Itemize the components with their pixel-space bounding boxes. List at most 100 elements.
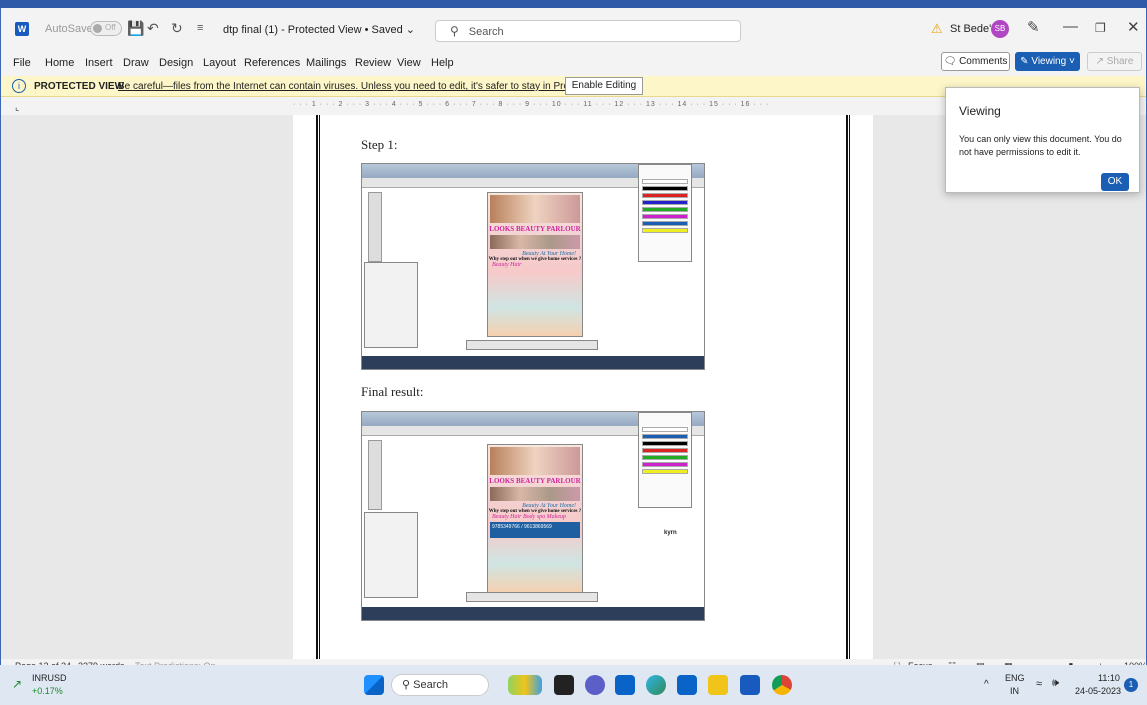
screenshot-library-panel [364, 262, 418, 348]
user-name[interactable]: St Bede's [950, 23, 997, 35]
widgets-icon[interactable] [508, 675, 542, 695]
autosave-state: Off [105, 23, 116, 32]
tab-design[interactable]: Design [159, 57, 193, 69]
enable-editing-button[interactable]: Enable Editing [565, 77, 643, 95]
word-window: W AutoSave Off 💾 ↶ ↻ ≡ dtp final (1) - P… [0, 8, 1147, 673]
autosave-toggle[interactable]: Off [90, 21, 122, 36]
task-view-icon[interactable] [554, 675, 574, 695]
chevron-up-icon[interactable]: ^ [984, 679, 989, 690]
file-explorer-icon[interactable] [708, 675, 728, 695]
region-indicator: IN [1010, 686, 1019, 696]
document-page[interactable]: Step 1: LOOKS BEAUTY PARLOUR Beauty At Y… [293, 115, 873, 659]
search-icon: ⚲ [402, 679, 411, 691]
title-bar: W AutoSave Off 💾 ↶ ↻ ≡ dtp final (1) - P… [1, 8, 1146, 48]
close-icon[interactable]: ✕ [1127, 18, 1140, 36]
start-icon[interactable] [364, 675, 384, 695]
tab-mailings[interactable]: Mailings [306, 57, 346, 69]
tab-home[interactable]: Home [45, 57, 74, 69]
clock-date[interactable]: 24-05-2023 [1075, 686, 1121, 696]
swatch [642, 427, 688, 432]
flyer-services: Beauty Hair [492, 262, 522, 268]
final-result-heading: Final result: [361, 384, 424, 399]
flyer-photo-strip [490, 487, 580, 501]
avatar[interactable]: SB [991, 20, 1009, 38]
mail-icon[interactable] [615, 675, 635, 695]
flyer-title: LOOKS BEAUTY PARLOUR [489, 477, 581, 485]
step-1-heading: Step 1: [361, 137, 398, 152]
comments-button-label: Comments [959, 56, 1008, 67]
screenshot-colors-panel [638, 164, 692, 262]
viewing-mode-button[interactable]: ✎ Viewing ˅ [1015, 52, 1080, 71]
swatch [642, 455, 688, 460]
swatch [642, 193, 688, 198]
chat-icon[interactable] [585, 675, 605, 695]
document-title[interactable]: dtp final (1) - Protected View • Saved ⌄ [223, 23, 415, 36]
info-shield-icon: i [12, 79, 26, 93]
comments-button[interactable]: 🗨 Comments [941, 52, 1010, 71]
screenshot-library-panel [364, 512, 418, 598]
search-input[interactable]: ⚲ Search [435, 20, 741, 42]
minimize-icon[interactable]: — [1063, 18, 1078, 35]
screenshot-toolbox [368, 440, 382, 510]
swatch [642, 200, 688, 205]
notification-badge[interactable]: 1 [1124, 678, 1138, 692]
flyer-photo-top [490, 195, 580, 223]
document-canvas[interactable]: Step 1: LOOKS BEAUTY PARLOUR Beauty At Y… [1, 115, 1146, 659]
tab-stop-selector[interactable]: ⌞ [15, 102, 19, 113]
swatch [642, 462, 688, 467]
flyer-contact: 9785349766 / 9613869569 [490, 522, 580, 538]
protected-view-label: PROTECTED VIEW [34, 81, 125, 92]
save-icon[interactable]: 💾 [127, 20, 144, 37]
word-app-icon[interactable]: W [15, 22, 29, 36]
tab-references[interactable]: References [244, 57, 300, 69]
taskbar-search[interactable]: ⚲ Search [391, 674, 489, 696]
clock-time[interactable]: 11:10 [1098, 673, 1120, 683]
step-1-screenshot: LOOKS BEAUTY PARLOUR Beauty At Your Home… [361, 163, 705, 370]
tab-view[interactable]: View [397, 57, 421, 69]
redo-icon[interactable]: ↻ [171, 20, 183, 37]
word-taskbar-icon[interactable] [740, 675, 760, 695]
protected-view-message[interactable]: Be careful—files from the Internet can c… [118, 81, 623, 92]
page-border-right [846, 115, 850, 659]
tab-insert[interactable]: Insert [85, 57, 113, 69]
share-button[interactable]: ↗ Share [1087, 52, 1142, 71]
flyer-services: Beauty Hair Body spa Makeup [492, 514, 566, 520]
chrome-icon[interactable] [772, 675, 792, 695]
flyer-title: LOOKS BEAUTY PARLOUR [489, 225, 581, 233]
tab-draw[interactable]: Draw [123, 57, 149, 69]
tab-file[interactable]: File [13, 57, 31, 69]
swatch [642, 221, 688, 226]
tab-review[interactable]: Review [355, 57, 391, 69]
customize-qat-icon[interactable]: ≡ [197, 22, 203, 34]
flyer-photo-top [490, 447, 580, 475]
flyer-photo-strip [490, 235, 580, 249]
search-placeholder: Search [468, 26, 504, 38]
search-icon: ⚲ [450, 24, 459, 38]
screenshot-colors-panel [638, 412, 692, 508]
screenshot-status-bar [466, 340, 598, 350]
language-indicator[interactable]: ENG [1005, 673, 1025, 683]
viewing-popup: Viewing You can only view this document.… [945, 87, 1140, 193]
ticker-change: +0.17% [32, 686, 63, 696]
horizontal-ruler[interactable]: · · · 1 · · · 2 · · · 3 · · · 4 · · · 5 … [293, 101, 873, 113]
screenshot-taskbar [362, 356, 704, 369]
ticker-name[interactable]: INRUSD [32, 673, 67, 683]
tab-layout[interactable]: Layout [203, 57, 236, 69]
swatch [642, 469, 688, 474]
wifi-icon[interactable]: ≈ [1036, 678, 1042, 690]
volume-icon[interactable]: 🕪 [1052, 677, 1059, 690]
restore-icon[interactable]: ❐ [1095, 21, 1106, 35]
final-result-screenshot: LOOKS BEAUTY PARLOUR Beauty At Your Home… [361, 411, 705, 621]
stock-chart-icon[interactable]: ↗ [12, 677, 22, 691]
ok-button[interactable]: OK [1101, 173, 1129, 191]
undo-icon[interactable]: ↶ [147, 20, 159, 37]
store-icon[interactable] [677, 675, 697, 695]
windows-taskbar: ↗ INRUSD +0.17% ⚲ Search ^ ENG IN ≈ 🕪 11… [0, 665, 1147, 705]
comment-icon: 🗨 [943, 56, 957, 67]
tab-help[interactable]: Help [431, 57, 454, 69]
edge-icon[interactable] [646, 675, 666, 695]
pen-icon[interactable]: ✎ [1027, 18, 1040, 36]
screenshot-toolbox [368, 192, 382, 262]
warning-icon[interactable]: ⚠ [931, 21, 943, 37]
swatch [642, 207, 688, 212]
